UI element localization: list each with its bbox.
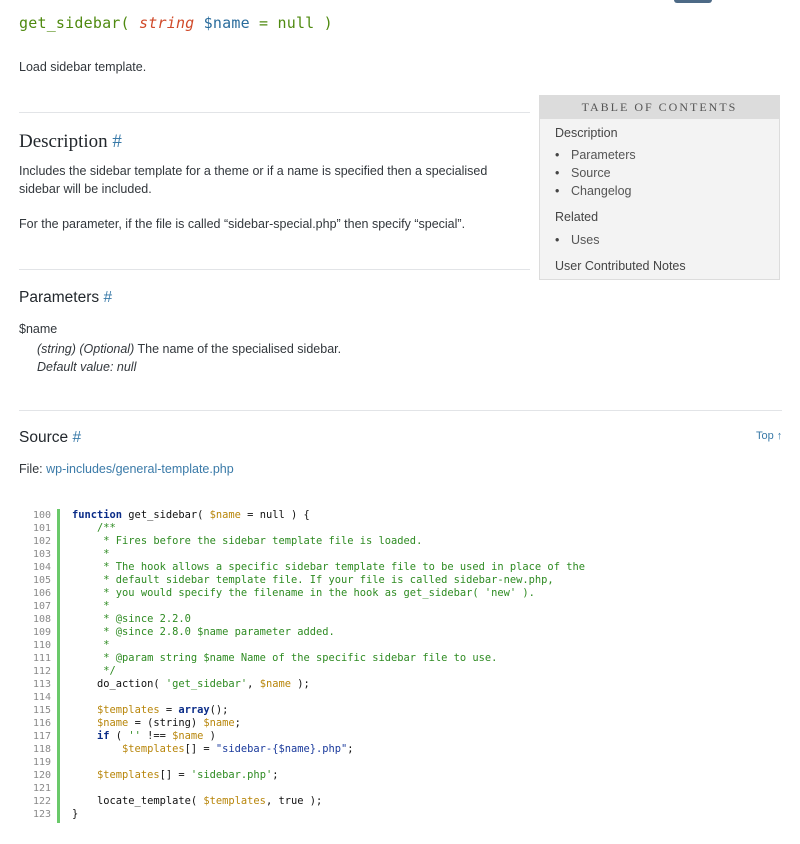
table-of-contents: TABLE OF CONTENTS Description Parameters… bbox=[539, 95, 780, 280]
code-line: 114 bbox=[20, 691, 780, 704]
source-anchor-link[interactable]: # bbox=[72, 429, 81, 446]
code-line: 120 $templates[] = 'sidebar.php'; bbox=[20, 769, 780, 782]
code-line: 106 * you would specify the filename in … bbox=[20, 587, 780, 600]
code-line: 104 * The hook allows a specific sidebar… bbox=[20, 561, 780, 574]
line-number: 102 bbox=[32, 536, 51, 547]
code-line: 103 * bbox=[20, 548, 780, 561]
line-number: 117 bbox=[32, 731, 51, 742]
parameter-type: (string) (Optional) bbox=[37, 342, 135, 356]
code-line: 102 * Fires before the sidebar template … bbox=[20, 535, 780, 548]
line-number: 104 bbox=[32, 562, 51, 573]
divider bbox=[19, 410, 782, 411]
source-code-block: 100 function get_sidebar( $name = null ) … bbox=[20, 509, 780, 823]
summary-text: Load sidebar template. bbox=[19, 60, 147, 74]
line-number: 113 bbox=[32, 679, 51, 690]
line-number: 118 bbox=[32, 744, 51, 755]
file-label: File: bbox=[19, 462, 47, 476]
parameter-desc-text: The name of the specialised sidebar. bbox=[134, 342, 342, 356]
line-number: 111 bbox=[32, 653, 51, 664]
line-number: 112 bbox=[32, 666, 51, 677]
code-line: 118 $templates[] = "sidebar-{$name}.php"… bbox=[20, 743, 780, 756]
toc-link-related[interactable]: Related bbox=[555, 210, 598, 224]
code-line: 101 /** bbox=[20, 522, 780, 535]
divider bbox=[19, 269, 530, 270]
line-number: 103 bbox=[32, 549, 51, 560]
line-number: 108 bbox=[32, 614, 51, 625]
line-number: 116 bbox=[32, 718, 51, 729]
code-line: 121 bbox=[20, 782, 780, 795]
function-signature: get_sidebar( string $name = null ) bbox=[19, 14, 333, 32]
description-paragraph-2: For the parameter, if the file is called… bbox=[19, 217, 466, 231]
line-number: 115 bbox=[32, 705, 51, 716]
code-line: 107 * bbox=[20, 600, 780, 613]
line-number: 123 bbox=[32, 809, 51, 820]
toc-link-changelog[interactable]: Changelog bbox=[555, 182, 636, 200]
toc-link-user-notes[interactable]: User Contributed Notes bbox=[555, 259, 686, 273]
code-line: 109 * @since 2.8.0 $name parameter added… bbox=[20, 626, 780, 639]
code-line: 100 function get_sidebar( $name = null ) … bbox=[20, 509, 780, 522]
code-line: 123} bbox=[20, 808, 780, 821]
divider bbox=[19, 112, 530, 113]
code-line: 112 */ bbox=[20, 665, 780, 678]
line-number: 109 bbox=[32, 627, 51, 638]
parameter-description: (string) (Optional) The name of the spec… bbox=[37, 340, 341, 376]
signature-function: get_sidebar( bbox=[19, 14, 130, 32]
toc-heading: TABLE OF CONTENTS bbox=[540, 96, 779, 119]
parameters-title: Parameters bbox=[19, 289, 100, 306]
line-number: 119 bbox=[32, 757, 51, 768]
description-anchor-link[interactable]: # bbox=[112, 131, 122, 152]
parameter-name: $name bbox=[19, 322, 58, 336]
code-line: 110 * bbox=[20, 639, 780, 652]
toc-link-parameters[interactable]: Parameters bbox=[555, 146, 636, 164]
source-heading: Source # bbox=[19, 429, 81, 447]
source-title: Source bbox=[19, 429, 69, 446]
code-line: 105 * default sidebar template file. If … bbox=[20, 574, 780, 587]
top-link[interactable]: Top ↑ bbox=[756, 430, 782, 442]
code-line: 116 $name = (string) $name; bbox=[20, 717, 780, 730]
code-line: 119 bbox=[20, 756, 780, 769]
toc-link-uses[interactable]: Uses bbox=[555, 231, 599, 249]
line-number: 107 bbox=[32, 601, 51, 612]
code-line: 111 * @param string $name Name of the sp… bbox=[20, 652, 780, 665]
code-line: 108 * @since 2.2.0 bbox=[20, 613, 780, 626]
parameters-anchor-link[interactable]: # bbox=[103, 289, 112, 306]
parameter-default: Default value: null bbox=[37, 360, 137, 374]
line-number: 114 bbox=[32, 692, 51, 703]
line-number: 110 bbox=[32, 640, 51, 651]
signature-type: string bbox=[139, 14, 195, 32]
description-heading: Description # bbox=[19, 131, 122, 153]
top-bar-button[interactable] bbox=[674, 0, 712, 3]
line-number: 101 bbox=[32, 523, 51, 534]
file-path-link[interactable]: wp-includes/general-template.php bbox=[46, 462, 234, 476]
parameters-heading: Parameters # bbox=[19, 289, 112, 307]
line-number: 121 bbox=[32, 783, 51, 794]
toc-related-list: Uses bbox=[555, 231, 599, 249]
signature-variable: $name bbox=[203, 14, 250, 32]
line-number: 106 bbox=[32, 588, 51, 599]
description-paragraph-1: Includes the sidebar template for a them… bbox=[19, 164, 488, 196]
code-line: 115 $templates = array(); bbox=[20, 704, 780, 717]
toc-link-source[interactable]: Source bbox=[555, 164, 636, 182]
line-number: 105 bbox=[32, 575, 51, 586]
signature-default: = null ) bbox=[259, 14, 333, 32]
toc-link-description[interactable]: Description bbox=[555, 126, 618, 140]
line-number: 120 bbox=[32, 770, 51, 781]
line-number: 122 bbox=[32, 796, 51, 807]
code-line: 113 do_action( 'get_sidebar', $name ); bbox=[20, 678, 780, 691]
source-file: File: wp-includes/general-template.php bbox=[19, 462, 234, 476]
description-title: Description bbox=[19, 131, 108, 152]
code-line: 122 locate_template( $templates, true ); bbox=[20, 795, 780, 808]
code-line: 117 if ( '' !== $name ) bbox=[20, 730, 780, 743]
line-number: 100 bbox=[32, 510, 51, 521]
toc-description-list: Parameters Source Changelog bbox=[555, 146, 636, 200]
